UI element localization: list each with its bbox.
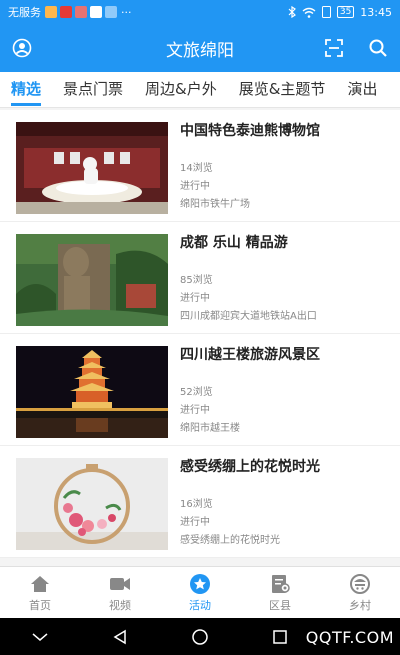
recents-button[interactable] xyxy=(260,625,300,649)
list-item[interactable]: 四川越王楼旅游风景区 52浏览 进行中 绵阳市越王楼 xyxy=(0,334,400,446)
category-tabs: 精选 景点门票 周边&户外 展览&主题节 演出 xyxy=(0,72,400,108)
sim-icon xyxy=(321,6,331,18)
status-bar: 无服务 ··· 35 13:45 xyxy=(0,0,400,24)
nav-home-label: 首页 xyxy=(29,598,51,612)
item-status: 进行中 xyxy=(180,405,210,416)
nav-home[interactable]: 首页 xyxy=(0,567,80,618)
bluetooth-icon xyxy=(288,6,296,18)
item-status: 进行中 xyxy=(180,293,210,304)
nav-district[interactable]: 区县 xyxy=(240,567,320,618)
tab-featured[interactable]: 精选 xyxy=(0,72,52,107)
item-views: 14浏览 xyxy=(180,163,213,174)
item-status: 进行中 xyxy=(180,517,210,528)
nav-district-label: 区县 xyxy=(269,598,291,612)
item-views: 16浏览 xyxy=(180,499,213,510)
collapse-button[interactable] xyxy=(20,625,60,649)
item-title: 成都 乐山 精品游 xyxy=(180,235,288,251)
nav-video[interactable]: 视频 xyxy=(80,567,160,618)
item-location: 绵阳市铁牛广场 xyxy=(180,199,250,210)
home-circle-icon xyxy=(192,628,208,645)
nav-activity[interactable]: 活动 xyxy=(160,567,240,618)
item-views: 85浏览 xyxy=(180,275,213,286)
item-location: 绵阳市越王楼 xyxy=(180,423,240,434)
carrier-text: 无服务 xyxy=(8,6,41,19)
tab-exhibitions[interactable]: 展览&主题节 xyxy=(228,72,337,107)
star-icon xyxy=(190,573,210,594)
home-icon xyxy=(31,575,49,592)
app-bar: 文旅绵阳 xyxy=(0,24,400,72)
list-item[interactable]: 中国特色泰迪熊博物馆 14浏览 进行中 绵阳市铁牛广场 xyxy=(0,110,400,222)
map-icon xyxy=(272,574,290,593)
activity-list: 中国特色泰迪熊博物馆 14浏览 进行中 绵阳市铁牛广场 成都 乐山 精品游 85… xyxy=(0,110,400,566)
recents-square-icon xyxy=(273,629,287,644)
app-notification-icon xyxy=(75,6,87,18)
nav-village[interactable]: 乡村 xyxy=(320,567,400,618)
user-icon[interactable] xyxy=(12,38,32,58)
nav-village-label: 乡村 xyxy=(349,598,371,612)
item-views: 52浏览 xyxy=(180,387,213,398)
chevron-down-icon xyxy=(32,632,48,641)
app-notification-icon xyxy=(90,6,102,18)
tab-performances[interactable]: 演出 xyxy=(336,72,388,107)
item-title: 感受绣绷上的花悦时光 xyxy=(180,459,320,475)
battery-level: 35 xyxy=(336,6,355,18)
search-icon[interactable] xyxy=(368,38,388,58)
tab-nearby-outdoor[interactable]: 周边&户外 xyxy=(134,72,228,107)
item-status: 进行中 xyxy=(180,181,210,192)
yuewang-tower-thumbnail xyxy=(16,346,168,438)
more-notifications: ··· xyxy=(121,5,132,19)
app-notification-icon xyxy=(60,6,72,18)
watermark-text: QQTF.COM xyxy=(305,628,394,647)
video-icon xyxy=(110,577,130,590)
item-location: 四川成都迎宾大道地铁站A出口 xyxy=(180,311,317,322)
village-icon xyxy=(350,573,370,594)
clock: 13:45 xyxy=(360,5,392,19)
app-notification-icon xyxy=(105,6,117,18)
tab-attraction-tickets[interactable]: 景点门票 xyxy=(52,72,134,107)
nav-video-label: 视频 xyxy=(109,598,131,612)
nav-activity-label: 活动 xyxy=(189,598,211,612)
list-item[interactable]: 感受绣绷上的花悦时光 16浏览 进行中 感受绣绷上的花悦时光 xyxy=(0,446,400,558)
embroidery-hoop-thumbnail xyxy=(16,458,168,550)
item-title: 中国特色泰迪熊博物馆 xyxy=(180,123,320,139)
list-item[interactable]: 成都 乐山 精品游 85浏览 进行中 四川成都迎宾大道地铁站A出口 xyxy=(0,222,400,334)
notification-icons xyxy=(45,6,117,18)
back-triangle-icon xyxy=(113,629,126,644)
scan-icon[interactable] xyxy=(324,38,344,58)
leshan-buddha-thumbnail xyxy=(16,234,168,326)
app-notification-icon xyxy=(45,6,57,18)
item-location: 感受绣绷上的花悦时光 xyxy=(180,535,280,546)
back-button[interactable] xyxy=(100,625,140,649)
bottom-navigation: 首页 视频 活动 区县 乡村 xyxy=(0,566,400,618)
home-button[interactable] xyxy=(180,625,220,649)
item-title: 四川越王楼旅游风景区 xyxy=(180,347,320,363)
museum-thumbnail xyxy=(16,122,168,214)
wifi-icon xyxy=(302,7,316,18)
